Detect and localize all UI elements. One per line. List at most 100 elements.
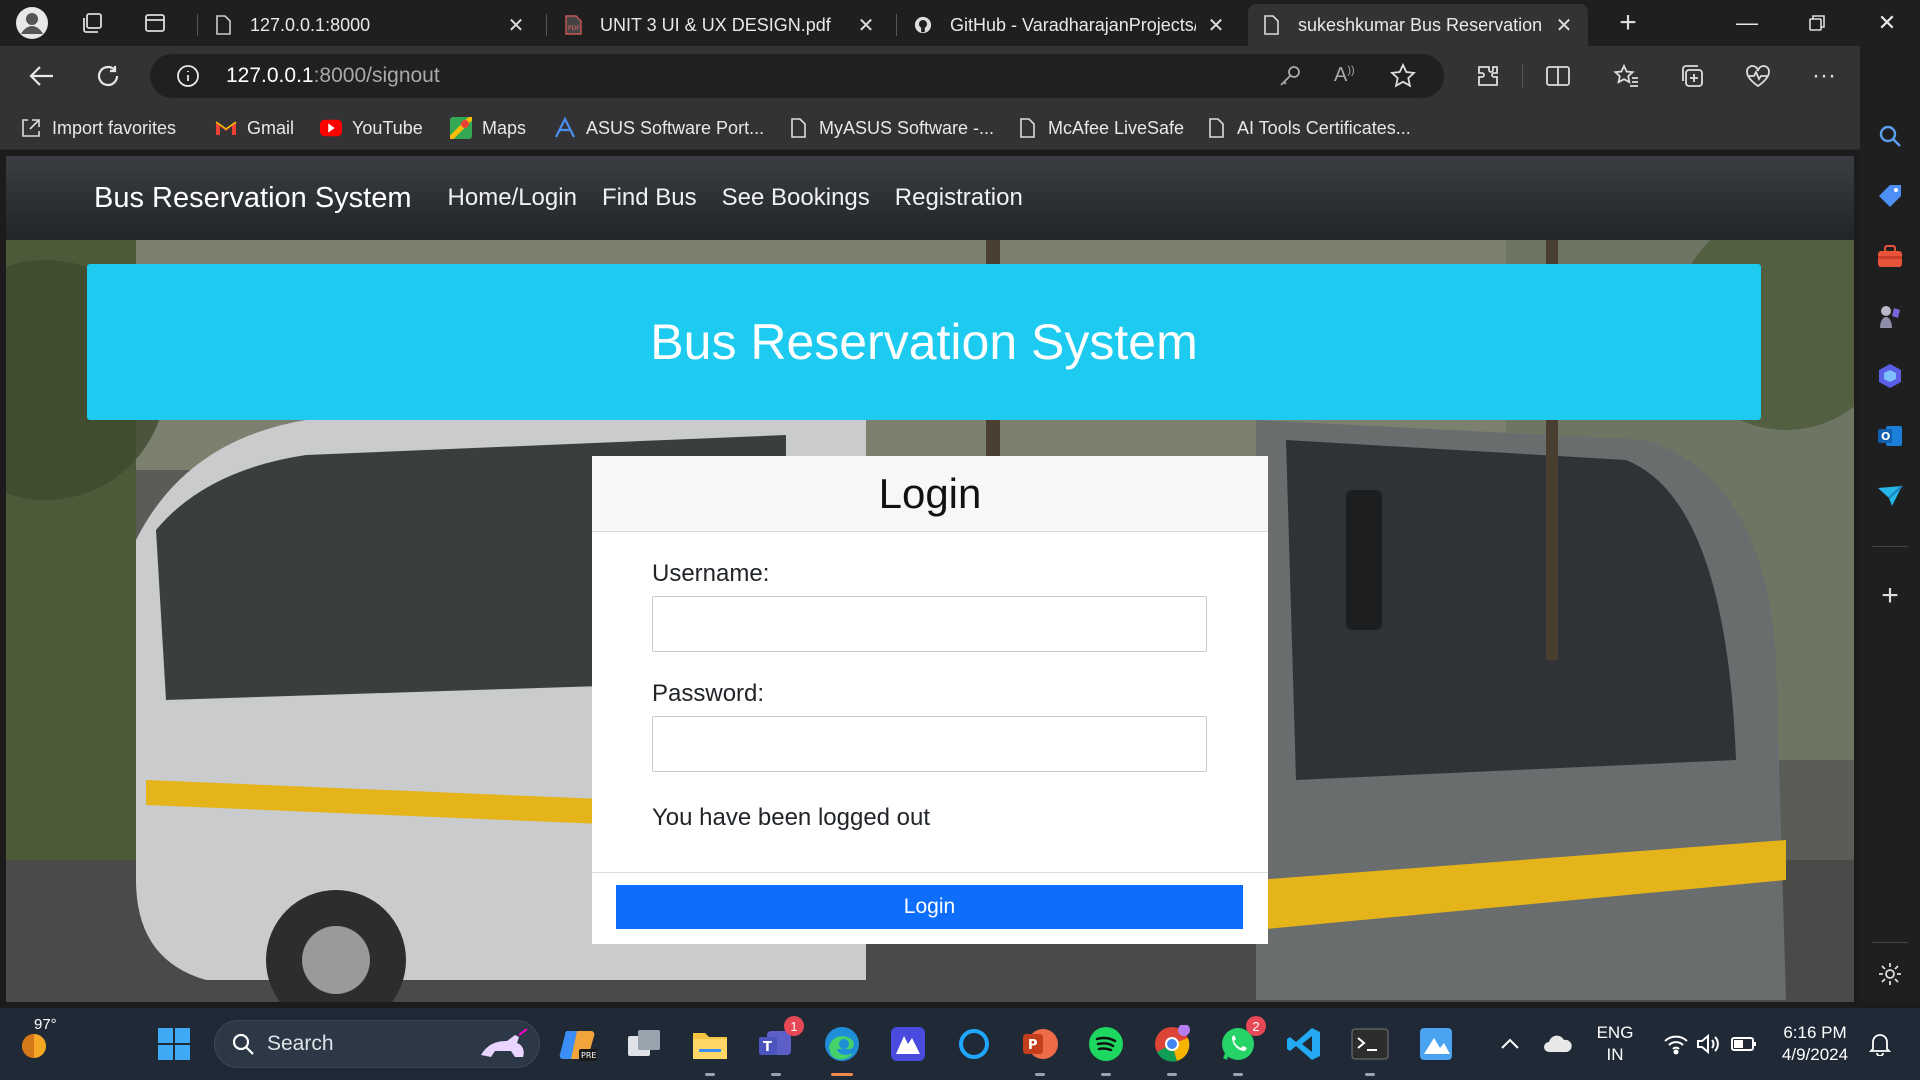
more-options-icon[interactable]: ··· [1806, 58, 1842, 94]
favorite-myasus[interactable]: MyASUS Software -... [787, 114, 994, 142]
username-input[interactable] [652, 596, 1207, 652]
favorite-youtube[interactable]: YouTube [320, 114, 423, 142]
minimize-icon[interactable]: — [1718, 0, 1776, 46]
search-placeholder: Search [267, 1032, 334, 1055]
favorite-ai-tools[interactable]: AI Tools Certificates... [1205, 114, 1411, 142]
youtube-icon [320, 117, 342, 139]
favorite-mcafee[interactable]: McAfee LiveSafe [1016, 114, 1184, 142]
close-icon[interactable]: ✕ [506, 13, 526, 38]
language-indicator[interactable]: ENG IN [1592, 1022, 1638, 1066]
add-icon[interactable]: + [1874, 579, 1906, 612]
file-explorer-icon[interactable] [688, 1022, 732, 1076]
notification-bell-icon[interactable] [1858, 1022, 1902, 1066]
browser-toolbar: 127.0.0.1:8000/signout A)) ··· [0, 46, 1920, 106]
start-icon[interactable] [152, 1022, 196, 1066]
close-window-icon[interactable]: ✕ [1858, 0, 1916, 46]
close-icon[interactable]: ✕ [1554, 13, 1574, 38]
settings-gear-icon[interactable] [1874, 958, 1906, 990]
games-icon[interactable] [1874, 300, 1906, 332]
tools-icon[interactable] [1874, 240, 1906, 272]
tab-localhost[interactable]: 127.0.0.1:8000 ✕ [200, 4, 540, 46]
favorite-gmail[interactable]: Gmail [215, 114, 294, 142]
favorites-icon[interactable] [1608, 58, 1644, 94]
browser-essentials-icon[interactable] [1740, 58, 1776, 94]
paint-icon[interactable] [1414, 1022, 1458, 1066]
back-icon[interactable] [24, 58, 60, 94]
page-icon [787, 117, 809, 139]
teams-badge: 1 [784, 1016, 804, 1036]
address-bar[interactable]: 127.0.0.1:8000/signout A)) [150, 54, 1444, 98]
restore-icon[interactable] [1788, 0, 1846, 46]
new-tab-icon[interactable]: + [1610, 6, 1646, 40]
cortana-icon[interactable] [952, 1022, 996, 1066]
search-icon[interactable] [1874, 120, 1906, 152]
whatsapp-icon[interactable]: 2 [1216, 1016, 1266, 1076]
password-key-icon[interactable] [1278, 64, 1302, 93]
task-view-icon[interactable] [622, 1022, 666, 1066]
read-aloud-icon[interactable]: A)) [1334, 64, 1355, 87]
url-text: 127.0.0.1:8000/signout [226, 64, 440, 87]
refresh-icon[interactable] [90, 58, 126, 94]
info-icon[interactable] [176, 64, 200, 88]
weather-icon[interactable]: 97° [14, 1016, 58, 1066]
nav-registration[interactable]: Registration [895, 184, 1023, 212]
favorite-asus[interactable]: ASUS Software Port... [554, 114, 764, 142]
password-input[interactable] [652, 716, 1207, 772]
clock-date: 4/9/2024 [1781, 1045, 1849, 1064]
login-button[interactable]: Login [616, 885, 1243, 929]
nav-find-bus[interactable]: Find Bus [602, 184, 697, 212]
favorites-bar: Import favorites Gmail YouTube Maps ASUS… [0, 106, 1920, 150]
hero-banner: Bus Reservation System [87, 264, 1761, 420]
spotify-icon[interactable] [1084, 1022, 1128, 1076]
logout-message: You have been logged out [652, 804, 931, 831]
workspaces-icon[interactable] [74, 6, 110, 40]
close-icon[interactable]: ✕ [856, 13, 876, 38]
close-icon[interactable]: ✕ [1206, 13, 1226, 38]
collections-icon[interactable] [1674, 58, 1710, 94]
import-icon [20, 117, 42, 139]
copilot-taskbar-icon[interactable]: PRE [556, 1022, 600, 1066]
teams-icon[interactable]: T 1 [754, 1016, 804, 1076]
battery-icon[interactable] [1722, 1022, 1766, 1066]
login-title: Login [878, 469, 982, 517]
page-icon [1205, 117, 1227, 139]
weather-temp: 97° [34, 1016, 57, 1033]
tab-pdf[interactable]: PDF UNIT 3 UI & UX DESIGN.pdf ✕ [550, 4, 890, 46]
onedrive-icon[interactable] [1536, 1022, 1580, 1066]
chevron-up-icon[interactable] [1488, 1022, 1532, 1066]
login-form: Username: Password: You have been logged… [592, 532, 1268, 832]
drop-icon[interactable] [1874, 480, 1906, 512]
site-brand[interactable]: Bus Reservation System [94, 182, 412, 215]
site-navbar: Bus Reservation System Home/Login Find B… [6, 156, 1854, 240]
profile-icon[interactable] [14, 6, 50, 40]
clock[interactable]: 6:16 PM 4/9/2024 [1772, 1022, 1858, 1066]
nav-home-login[interactable]: Home/Login [448, 184, 577, 212]
extensions-icon[interactable] [1470, 58, 1506, 94]
edge-icon[interactable] [820, 1022, 864, 1076]
outlook-icon[interactable]: O [1874, 420, 1906, 452]
tab-bus-reservation[interactable]: sukeshkumar Bus Reservation Sy ✕ [1248, 4, 1588, 46]
split-screen-icon[interactable] [1540, 58, 1576, 94]
tab-title: 127.0.0.1:8000 [250, 14, 371, 35]
windows-taskbar: 97° Search PRE T 1 P 2 ENG IN 6:16 PM 4/… [0, 1008, 1920, 1080]
page-icon [1016, 117, 1038, 139]
taskbar-search-input[interactable]: Search [214, 1020, 540, 1068]
svg-text:T: T [763, 1040, 772, 1055]
photo-editor-icon[interactable] [886, 1022, 930, 1066]
tab-github[interactable]: GitHub - VaradharajanProjects/I ✕ [900, 4, 1240, 46]
terminal-icon[interactable] [1348, 1022, 1392, 1076]
chrome-icon[interactable] [1150, 1022, 1194, 1076]
nav-see-bookings[interactable]: See Bookings [722, 184, 870, 212]
page-icon [214, 15, 232, 35]
shopping-tag-icon[interactable] [1874, 180, 1906, 212]
copilot-app-icon[interactable] [1874, 360, 1906, 392]
page-icon [1262, 15, 1280, 35]
favorite-maps[interactable]: Maps [450, 114, 526, 142]
vscode-icon[interactable] [1282, 1022, 1326, 1066]
tab-actions-icon[interactable] [137, 6, 173, 40]
login-card-header: Login [592, 456, 1268, 532]
svg-text:O: O [1881, 430, 1890, 443]
powerpoint-icon[interactable]: P [1018, 1022, 1062, 1076]
favorite-import[interactable]: Import favorites [20, 114, 176, 142]
favorite-star-icon[interactable] [1389, 62, 1417, 94]
